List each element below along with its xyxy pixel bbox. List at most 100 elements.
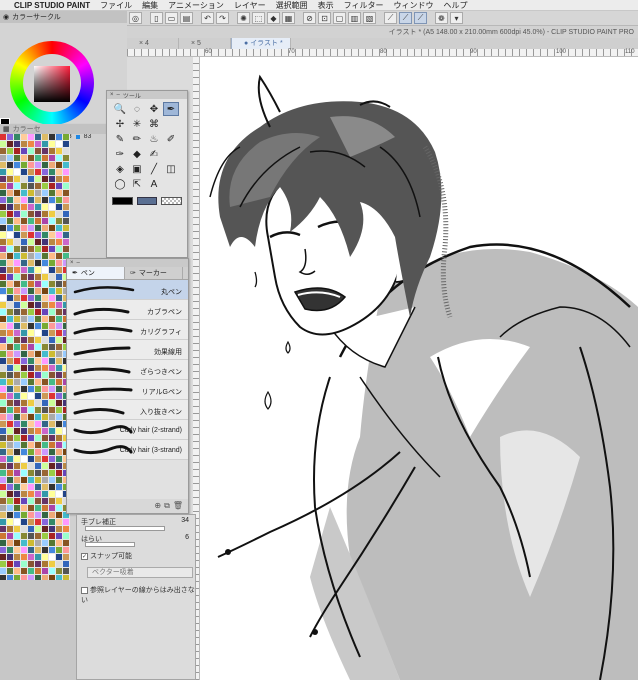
save-button[interactable]: ▤ (180, 12, 193, 24)
main-color-chip[interactable] (112, 197, 133, 205)
color-swatch[interactable] (49, 253, 56, 260)
menu-file[interactable]: ファイル (100, 0, 132, 11)
pen-icon[interactable]: ✒ (163, 102, 179, 116)
color-swatch[interactable] (42, 302, 49, 309)
color-swatch[interactable] (7, 274, 14, 281)
color-swatch[interactable] (28, 533, 35, 540)
color-swatch[interactable] (28, 337, 35, 344)
color-swatch[interactable] (0, 253, 7, 260)
color-swatch[interactable] (56, 484, 63, 491)
color-swatch[interactable] (0, 337, 7, 344)
color-swatch[interactable] (28, 554, 35, 561)
color-swatch[interactable] (63, 554, 70, 561)
color-swatch[interactable] (0, 302, 7, 309)
color-swatch[interactable] (56, 379, 63, 386)
color-swatch[interactable] (42, 414, 49, 421)
color-swatch[interactable] (56, 288, 63, 295)
color-swatch[interactable] (56, 155, 63, 162)
color-swatch[interactable] (7, 491, 14, 498)
color-swatch[interactable] (42, 442, 49, 449)
color-swatch[interactable] (14, 463, 21, 470)
color-swatch[interactable] (56, 169, 63, 176)
color-swatch[interactable] (0, 358, 7, 365)
color-swatch[interactable] (35, 302, 42, 309)
redo-icon[interactable]: ↷ (216, 12, 229, 24)
color-swatch[interactable] (7, 547, 14, 554)
color-swatch[interactable] (14, 449, 21, 456)
color-swatch[interactable] (56, 358, 63, 365)
color-swatch[interactable] (28, 421, 35, 428)
color-swatch[interactable] (56, 561, 63, 568)
color-swatch[interactable] (28, 176, 35, 183)
color-swatch[interactable] (56, 246, 63, 253)
color-swatch[interactable] (63, 232, 70, 239)
color-swatch[interactable] (14, 162, 21, 169)
color-swatch[interactable] (0, 239, 7, 246)
color-swatch[interactable] (28, 309, 35, 316)
deselect-icon[interactable]: ⊘ (303, 12, 316, 24)
color-swatch[interactable] (28, 316, 35, 323)
close-icon[interactable]: × (110, 92, 114, 98)
color-swatch[interactable] (0, 281, 7, 288)
color-swatch[interactable] (42, 512, 49, 519)
color-swatch[interactable] (56, 372, 63, 379)
color-swatch[interactable] (49, 498, 56, 505)
color-swatch[interactable] (56, 253, 63, 260)
color-swatch[interactable] (21, 358, 28, 365)
color-swatch[interactable] (35, 484, 42, 491)
color-swatch[interactable] (35, 407, 42, 414)
color-swatch[interactable] (35, 449, 42, 456)
color-swatch[interactable] (49, 547, 56, 554)
color-swatch[interactable] (21, 568, 28, 575)
color-swatch[interactable] (42, 491, 49, 498)
color-swatch[interactable] (63, 218, 70, 225)
open-file-button[interactable]: ▭ (165, 12, 178, 24)
color-swatch[interactable] (21, 547, 28, 554)
color-swatch[interactable] (35, 358, 42, 365)
color-swatch[interactable] (28, 477, 35, 484)
color-swatch[interactable] (7, 155, 14, 162)
brush-item[interactable]: 丸ペン (67, 280, 188, 300)
move-layer-icon[interactable]: ✢ (112, 117, 128, 131)
tab-marker[interactable]: ✑ マーカー (125, 267, 183, 279)
balloon-icon[interactable]: ◯ (112, 177, 128, 191)
color-swatch[interactable] (14, 533, 21, 540)
color-swatch[interactable] (7, 358, 14, 365)
color-swatch[interactable] (28, 218, 35, 225)
color-swatch[interactable] (49, 393, 56, 400)
color-swatch[interactable] (56, 211, 63, 218)
color-swatch[interactable] (28, 505, 35, 512)
color-swatch[interactable] (28, 211, 35, 218)
color-swatch[interactable] (42, 365, 49, 372)
color-swatch[interactable] (28, 302, 35, 309)
gradient-icon[interactable]: ▣ (129, 162, 145, 176)
color-swatch[interactable] (14, 540, 21, 547)
color-swatch[interactable] (28, 470, 35, 477)
color-swatch[interactable] (28, 274, 35, 281)
color-swatch[interactable] (35, 183, 42, 190)
color-swatch[interactable] (56, 547, 63, 554)
color-swatch[interactable] (42, 400, 49, 407)
color-swatch[interactable] (14, 491, 21, 498)
color-swatch[interactable] (49, 281, 56, 288)
color-swatch[interactable] (21, 337, 28, 344)
color-swatch[interactable] (28, 379, 35, 386)
color-swatch[interactable] (49, 232, 56, 239)
color-swatch[interactable] (0, 260, 7, 267)
color-swatch[interactable] (28, 190, 35, 197)
color-swatch[interactable] (0, 232, 7, 239)
app-name-menu[interactable]: CLIP STUDIO PAINT (14, 1, 90, 10)
brush-icon[interactable]: ♨ (146, 132, 162, 146)
color-swatch[interactable] (63, 162, 70, 169)
color-swatch[interactable] (7, 295, 14, 302)
color-swatch[interactable] (35, 477, 42, 484)
color-swatch[interactable] (28, 162, 35, 169)
eyedropper-icon[interactable]: ✎ (112, 132, 128, 146)
snap-option[interactable]: ✓ スナップ可能 (81, 551, 132, 561)
sub-tool-titlebar[interactable]: × – (67, 259, 188, 267)
minimize-icon[interactable]: – (77, 260, 80, 266)
color-swatch[interactable] (49, 386, 56, 393)
color-swatch[interactable] (35, 365, 42, 372)
color-swatch[interactable] (35, 162, 42, 169)
color-swatch[interactable] (7, 435, 14, 442)
